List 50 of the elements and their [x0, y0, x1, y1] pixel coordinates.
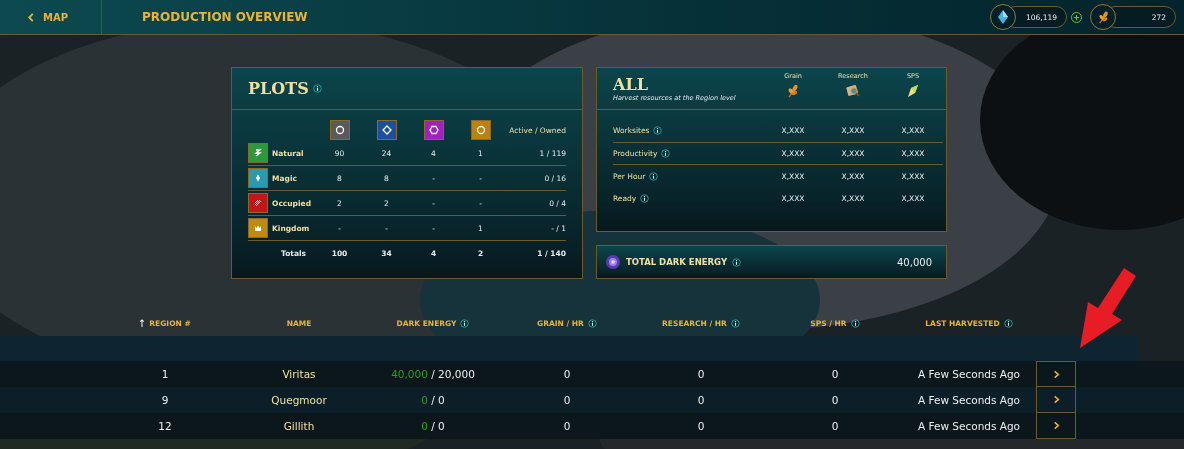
info-icon[interactable] — [653, 126, 663, 136]
table-cell-text: 0 / 0 — [420, 420, 446, 432]
table-cell-text: 0 — [562, 394, 572, 406]
panel-title: PLOTS — [248, 79, 309, 98]
table-cell-text: A Few Seconds Ago — [916, 368, 1022, 380]
table-cell-text: 0 — [830, 420, 840, 432]
table-cell-text: A Few Seconds Ago — [916, 420, 1022, 432]
table-cell-text: 0 — [562, 420, 572, 432]
scroll-magnifier-icon — [845, 83, 861, 99]
table-cell-text: 0 — [696, 420, 706, 432]
sort-up-icon — [139, 319, 146, 328]
table-cell-text: 40,000 / 20,000 — [390, 368, 476, 380]
table-cell-text: Viritas — [281, 368, 317, 380]
table-cell-text: 0 — [696, 394, 706, 406]
table-cell-text: 12 — [157, 420, 173, 432]
table-cell-text: 0 / 0 — [420, 394, 446, 406]
info-icon[interactable] — [1003, 319, 1013, 328]
table-cell-text: 9 — [160, 394, 170, 406]
table-row[interactable]: 9 Quegmoor 0 / 0 0 0 0 A Few Seconds Ago — [0, 387, 1184, 413]
info-icon[interactable] — [730, 319, 740, 328]
total-value: 40,000 — [897, 256, 932, 268]
page-title: PRODUCTION OVERVIEW — [141, 10, 309, 24]
table-cell-text: A Few Seconds Ago — [916, 394, 1022, 406]
table-cell-text: 0 — [562, 368, 572, 380]
panel-title: ALL — [613, 75, 649, 94]
crystal-icon — [997, 9, 1009, 25]
open-region-button[interactable] — [1036, 361, 1076, 387]
back-chevron-icon — [27, 12, 35, 22]
info-icon[interactable] — [732, 257, 742, 267]
table-row[interactable]: 12 Gillith 0 / 0 0 0 0 A Few Seconds Ago — [0, 413, 1184, 439]
info-icon[interactable] — [661, 148, 671, 158]
info-icon[interactable] — [460, 319, 470, 328]
info-icon[interactable] — [640, 194, 650, 204]
energy-orb-icon — [605, 254, 621, 270]
table-cell-text: Gillith — [282, 420, 316, 432]
crystal-shard-icon — [905, 83, 921, 99]
open-region-button[interactable] — [1036, 413, 1076, 439]
info-icon[interactable] — [850, 319, 860, 328]
info-icon[interactable] — [649, 171, 659, 181]
info-icon[interactable] — [312, 84, 322, 93]
table-cell-text: Quegmoor — [270, 394, 328, 406]
total-label: TOTAL DARK ENERGY — [626, 257, 728, 267]
table-cell-text: 0 — [830, 394, 840, 406]
info-icon[interactable] — [587, 319, 597, 328]
back-button[interactable]: MAP — [0, 0, 102, 34]
wheat-icon — [785, 83, 801, 99]
table-cell-text: 0 — [696, 368, 706, 380]
table-row[interactable]: 1 Viritas 40,000 / 20,000 0 0 0 A Few Seconds Ago — [0, 361, 1184, 387]
table-cell-text: 0 — [830, 368, 840, 380]
table-cell-text: 1 — [160, 368, 170, 380]
